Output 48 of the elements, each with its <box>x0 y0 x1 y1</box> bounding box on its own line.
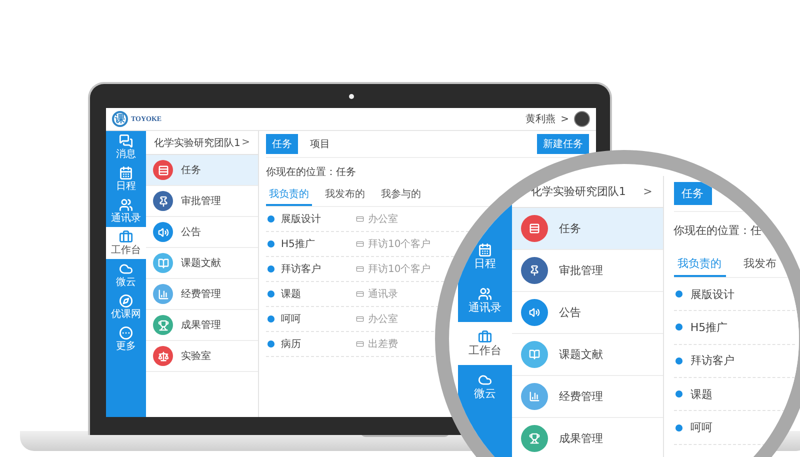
card-icon <box>356 215 364 223</box>
people-icon <box>119 198 133 212</box>
people-icon <box>478 286 492 301</box>
card-icon <box>356 265 364 273</box>
nav-item[interactable]: 工作台 <box>458 322 512 365</box>
breadcrumb: 你现在的位置：任务 <box>266 166 356 179</box>
task-cell: 办公室 <box>356 312 398 326</box>
task-title[interactable]: 拜访客户 <box>674 353 796 368</box>
task-cell: 拜访10个客户 <box>356 262 431 276</box>
task-title[interactable]: H5推广 <box>266 237 356 251</box>
task-cell: 拜访10个客户 <box>356 237 431 251</box>
tab[interactable]: 项目 <box>304 134 336 154</box>
cloud-icon <box>478 373 492 387</box>
task-title[interactable]: 展版设计 <box>266 212 356 226</box>
sub-tab[interactable]: 我发布的 <box>322 187 368 206</box>
calendar-icon <box>478 243 492 258</box>
avatar-icon[interactable] <box>574 111 590 127</box>
task-cell: 办公室 <box>356 212 398 226</box>
menu-item[interactable]: 任务 <box>146 155 258 186</box>
compass-icon <box>119 294 133 308</box>
card-icon <box>356 340 364 348</box>
card-icon <box>356 290 364 298</box>
user-name[interactable]: 黄利燕 <box>526 112 556 126</box>
task-title[interactable]: 课题 <box>266 287 356 301</box>
card-icon <box>356 315 364 323</box>
task-cell: 出差费 <box>356 337 398 351</box>
more-icon <box>119 326 133 340</box>
cloud-icon <box>119 262 133 276</box>
camera-dot <box>348 94 354 99</box>
task-cell: 通讯录 <box>356 287 398 301</box>
task-title[interactable]: 呵呵 <box>266 312 356 326</box>
briefcase-icon <box>119 230 133 244</box>
menu-item[interactable]: 任务 <box>512 208 664 250</box>
chat-bubbles-icon <box>119 134 133 148</box>
logo-mark: 课 <box>112 111 128 127</box>
briefcase-icon <box>478 330 492 344</box>
task-title[interactable]: 病历 <box>266 337 356 351</box>
task-title[interactable]: H5推广 <box>674 320 796 335</box>
calendar-icon <box>119 166 133 180</box>
task-title[interactable]: 呵呵 <box>674 420 796 436</box>
task-title[interactable]: 拜访客户 <box>266 262 356 276</box>
chevron: > <box>560 114 569 124</box>
task-title[interactable]: 课题 <box>674 386 796 402</box>
card-icon <box>356 240 364 248</box>
nav-item[interactable]: 工作台 <box>106 227 146 259</box>
sub-tab[interactable]: 我参与的 <box>378 187 424 206</box>
task-title[interactable]: 展版设计 <box>674 286 796 302</box>
sub-tab[interactable]: 我发布 <box>739 256 780 277</box>
